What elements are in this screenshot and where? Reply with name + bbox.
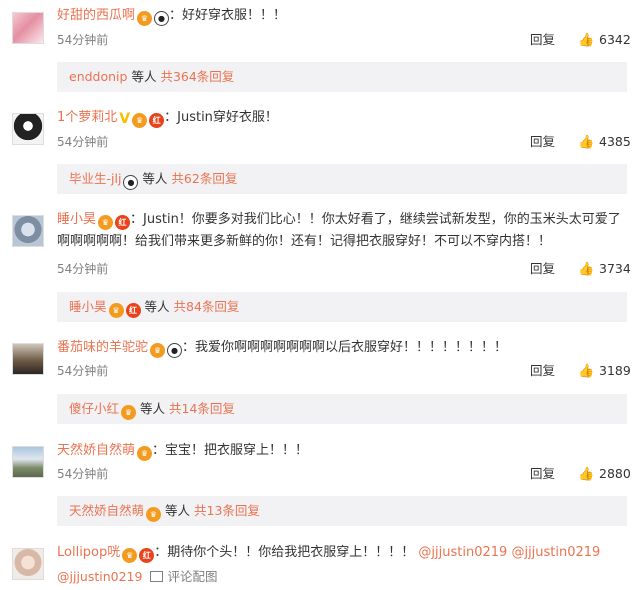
sub-reply-users[interactable]: enddonip	[69, 69, 127, 84]
sub-reply-etc: 等人	[142, 171, 168, 186]
avatar[interactable]	[12, 446, 44, 478]
thumbs-up-icon: 👍	[578, 467, 595, 482]
red-badge-icon: 红	[115, 215, 131, 230]
comment-time: 54分钟前	[57, 467, 109, 481]
reply-button[interactable]: 回复	[530, 362, 555, 380]
crown-badge-icon: ♛	[122, 548, 138, 563]
picture-icon	[150, 571, 164, 582]
sub-replies: 睡小昊 ♛ 红 等人 共84条回复	[57, 292, 627, 322]
like-button[interactable]: 👍 4385	[578, 133, 631, 152]
more-replies-link[interactable]: 共84条回复	[174, 299, 240, 314]
comment-time: 54分钟前	[57, 262, 109, 276]
avatar[interactable]	[12, 12, 44, 44]
sub-reply-users[interactable]: 傻仔小红	[69, 401, 119, 416]
thumbs-up-icon: 👍	[578, 33, 595, 48]
comment-username[interactable]: 好甜的西瓜啊	[57, 8, 135, 23]
like-count: 6342	[599, 32, 631, 47]
comment-text: ：Justin穿好衣服！	[164, 110, 278, 125]
like-count: 3189	[599, 363, 631, 378]
sub-replies: 天然娇自然萌 ♛ 等人 共13条回复	[57, 496, 627, 526]
comment-username[interactable]: 睡小昊	[57, 212, 96, 227]
comment-picture-label: 评论配图	[167, 569, 218, 584]
comment-text: ：期待你个头！！你给我把衣服穿上！！！！	[154, 545, 415, 560]
comment-username[interactable]: Lollipop咣	[57, 545, 120, 560]
like-button[interactable]: 👍 6342	[578, 31, 631, 50]
crown-badge-icon: ♛	[108, 303, 124, 318]
sub-reply-etc: 等人	[140, 401, 166, 416]
mention-link[interactable]: @jjjustin0219	[418, 545, 507, 560]
avatar[interactable]	[12, 113, 44, 145]
comment-time: 54分钟前	[57, 135, 109, 149]
crown-badge-icon: ♛	[121, 405, 137, 420]
comment-text: ：Justin！你要多对我们比心！！你太好看了，继续尝试新发型，你的玉米头太可爱…	[57, 212, 621, 249]
comment-time: 54分钟前	[57, 364, 109, 378]
crown-badge-icon: ♛	[137, 446, 153, 461]
avatar[interactable]	[12, 343, 44, 375]
sub-reply-users[interactable]: 天然娇自然萌	[69, 503, 144, 518]
mention-link[interactable]: @jjjustin0219	[57, 569, 142, 584]
more-replies-link[interactable]: 共62条回复	[171, 171, 237, 186]
avatar[interactable]	[12, 215, 44, 247]
comment-picture-link[interactable]: 评论配图	[150, 569, 217, 584]
sub-replies: 傻仔小红 ♛ 等人 共14条回复	[57, 394, 627, 424]
thumbs-up-icon: 👍	[578, 135, 595, 150]
sub-reply-users[interactable]: 毕业生-jlj	[69, 171, 121, 186]
comment-time: 54分钟前	[57, 33, 109, 47]
thumbs-up-icon: 👍	[578, 262, 595, 277]
crown-badge-icon: ♛	[137, 11, 153, 26]
reply-button[interactable]: 回复	[530, 133, 555, 151]
comment-username[interactable]: 天然娇自然萌	[57, 443, 135, 458]
reply-button[interactable]: 回复	[530, 465, 555, 483]
comment-username[interactable]: 1个萝莉北	[57, 110, 117, 125]
avatar[interactable]	[12, 548, 44, 580]
sub-replies: 毕业生-jlj ● 等人 共62条回复	[57, 164, 627, 194]
more-replies-link[interactable]: 共14条回复	[169, 401, 235, 416]
panda-emoji-icon: ●	[167, 343, 183, 358]
sub-reply-etc: 等人	[131, 69, 157, 84]
comment-text: ：宝宝！把衣服穿上！！！	[152, 443, 309, 458]
panda-emoji-icon: ●	[123, 175, 139, 190]
crown-badge-icon: ♛	[98, 215, 114, 230]
mention-link[interactable]: @jjjustin0219	[511, 545, 600, 560]
like-count: 4385	[599, 134, 631, 149]
panda-emoji-icon: ●	[154, 11, 170, 26]
thumbs-up-icon: 👍	[578, 364, 595, 379]
crown-badge-icon: ♛	[150, 343, 166, 358]
reply-button[interactable]: 回复	[530, 260, 555, 278]
like-button[interactable]: 👍 3734	[578, 260, 631, 279]
sub-reply-etc: 等人	[144, 299, 170, 314]
more-replies-link[interactable]: 共364条回复	[160, 69, 234, 84]
yellow-v-icon: V	[119, 111, 131, 127]
comment-text: ：好好穿衣服！！！	[169, 8, 287, 23]
comment-username[interactable]: 番茄味的羊驼驼	[57, 340, 148, 355]
red-badge-icon: 红	[139, 548, 155, 563]
more-replies-link[interactable]: 共13条回复	[194, 503, 260, 518]
sub-replies: enddonip 等人 共364条回复	[57, 62, 627, 92]
like-button[interactable]: 👍 3189	[578, 362, 631, 381]
crown-badge-icon: ♛	[132, 113, 148, 128]
like-count: 3734	[599, 261, 631, 276]
red-badge-icon: 红	[125, 303, 141, 318]
like-count: 2880	[599, 466, 631, 481]
reply-button[interactable]: 回复	[530, 31, 555, 49]
sub-reply-etc: 等人	[165, 503, 191, 518]
like-button[interactable]: 👍 2880	[578, 465, 631, 484]
crown-badge-icon: ♛	[146, 507, 162, 522]
comment-text: ：我爱你啊啊啊啊啊啊啊以后衣服穿好！！！！！！！！	[182, 340, 508, 355]
red-badge-icon: 红	[149, 113, 165, 128]
sub-reply-users[interactable]: 睡小昊	[69, 299, 107, 314]
